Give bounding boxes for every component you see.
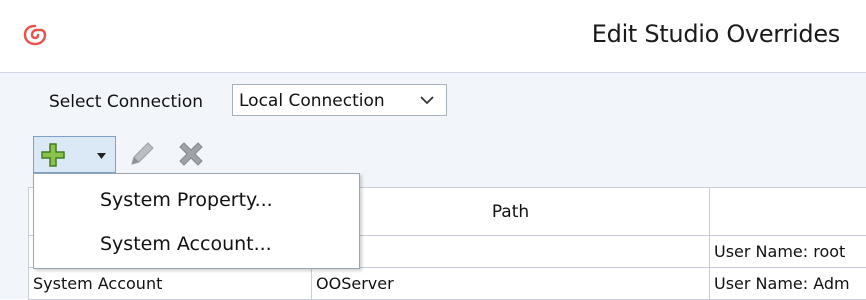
add-dropdown-button[interactable]: [88, 136, 116, 173]
column-header-path-label: Path: [491, 202, 530, 222]
menu-item-label: System Property...: [100, 189, 273, 211]
menu-item-system-property[interactable]: System Property...: [34, 178, 359, 222]
connection-dropdown[interactable]: Local Connection: [232, 84, 447, 116]
column-header-path[interactable]: Path: [312, 188, 710, 236]
chevron-down-icon: [420, 96, 434, 105]
connection-dropdown-value: Local Connection: [239, 91, 385, 111]
menu-item-label: System Account...: [100, 233, 272, 255]
column-header-value[interactable]: [710, 188, 866, 236]
pencil-icon[interactable]: [128, 140, 156, 168]
table-cell-path: OOServer: [312, 268, 710, 300]
table-cell-path: ce: [312, 236, 710, 268]
app-logo-icon: [23, 24, 47, 46]
add-button[interactable]: [33, 136, 89, 173]
table-row[interactable]: System Account OOServer User Name: Adm: [29, 268, 866, 300]
table-cell-value: User Name: Adm: [714, 274, 850, 293]
select-connection-label: Select Connection: [49, 92, 204, 112]
add-dropdown-menu: System Property... System Account...: [33, 173, 360, 269]
plus-icon: [41, 143, 65, 167]
dropdown-arrow-icon: [97, 153, 106, 159]
window-title: Edit Studio Overrides: [591, 20, 841, 48]
table-cell-value: User Name: root: [714, 242, 846, 261]
menu-item-system-account[interactable]: System Account...: [34, 222, 359, 266]
title-bar: Edit Studio Overrides: [0, 0, 866, 73]
table-cell-type: System Account: [29, 268, 312, 300]
delete-x-icon[interactable]: [176, 139, 206, 169]
